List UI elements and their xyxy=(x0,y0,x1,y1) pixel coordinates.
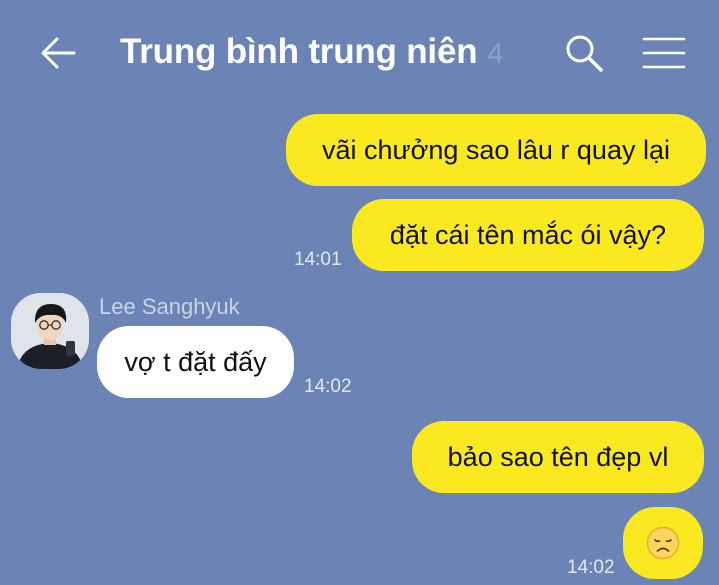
message-timestamp: 14:01 xyxy=(294,249,342,270)
user-avatar-icon xyxy=(11,293,89,369)
search-icon xyxy=(566,35,603,72)
chat-header: Trung bình trung niên 4 xyxy=(0,0,719,104)
message-bubble-outgoing[interactable]: đặt cái tên mắc ói vậy? xyxy=(352,199,704,271)
message-timestamp: 14:02 xyxy=(567,557,615,578)
back-button[interactable] xyxy=(38,32,80,74)
message-bubble-outgoing[interactable]: bảo sao tên đẹp vl xyxy=(412,421,704,493)
disappointed-face-emoji-icon xyxy=(646,526,680,560)
message-text: vãi chưởng sao lâu r quay lại xyxy=(322,134,670,165)
chat-title-area[interactable]: Trung bình trung niên 4 xyxy=(120,32,504,76)
avatar[interactable] xyxy=(11,293,89,369)
message-bubble-incoming[interactable]: vợ t đặt đấy xyxy=(97,326,294,398)
arrow-left-icon xyxy=(41,37,76,69)
hamburger-menu-icon xyxy=(642,37,686,69)
message-text: đặt cái tên mắc ói vậy? xyxy=(389,219,667,250)
message-text: bảo sao tên đẹp vl xyxy=(447,441,669,472)
message-timestamp: 14:02 xyxy=(304,376,352,397)
member-count: 4 xyxy=(487,38,504,70)
sender-name: Lee Sanghyuk xyxy=(99,294,240,319)
message-bubble-outgoing-emoji[interactable] xyxy=(623,507,703,579)
message-text: vợ t đặt đấy xyxy=(124,346,267,377)
menu-button[interactable] xyxy=(642,36,686,70)
chat-title: Trung bình trung niên xyxy=(120,32,478,71)
message-bubble-outgoing[interactable]: vãi chưởng sao lâu r quay lại xyxy=(286,114,706,186)
search-button[interactable] xyxy=(564,33,604,73)
